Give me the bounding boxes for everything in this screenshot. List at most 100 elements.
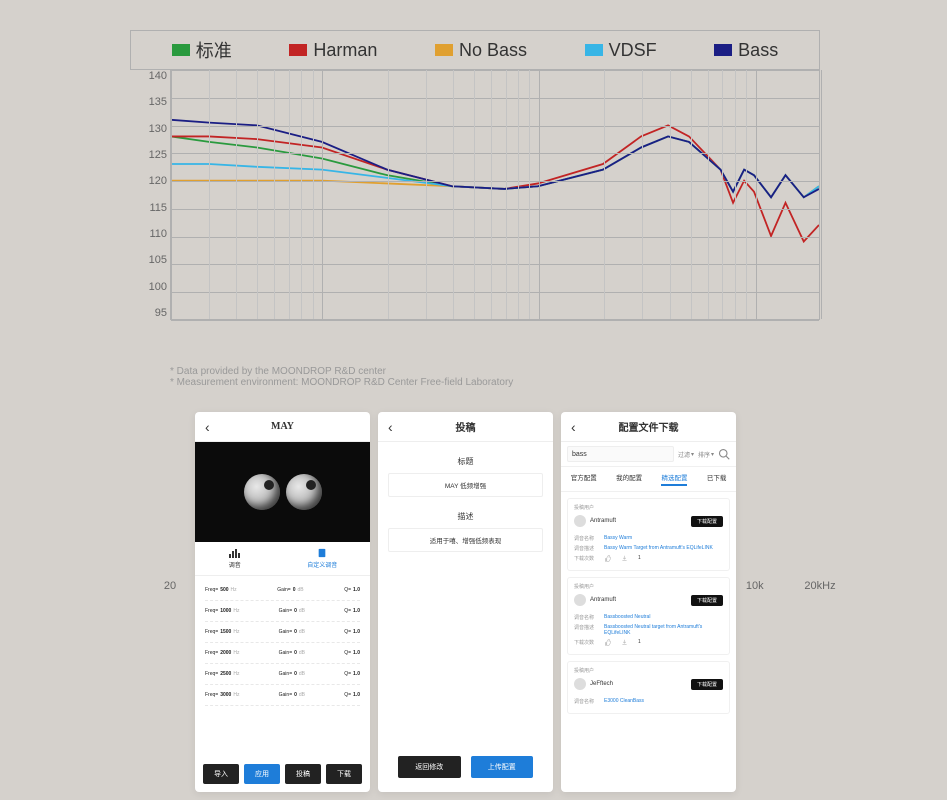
tab-tuning[interactable]: 调音 xyxy=(228,548,242,569)
legend-item: 标准 xyxy=(172,37,232,63)
legend-item: VDSF xyxy=(585,37,657,63)
submit-button[interactable]: 投稿 xyxy=(285,764,321,784)
q-cell: Q= 1.0 xyxy=(344,650,360,656)
chart-note: * Measurement environment: MOONDROP R&D … xyxy=(170,377,820,388)
filter-dropdown[interactable]: 过滤▾ xyxy=(678,450,694,459)
legend-item: Harman xyxy=(289,37,377,63)
eq-band-row[interactable]: Freq= 2000 Hz Gain= 0 dB Q= 1.0 xyxy=(205,643,360,664)
action-buttons: 导入 应用 投稿 下载 xyxy=(195,758,370,792)
legend-item: Bass xyxy=(714,37,778,63)
download-config-button[interactable]: 下载配置 xyxy=(691,516,723,527)
eq-band-row[interactable]: Freq= 1500 HzGain= 0 dBQ= 1.0 xyxy=(205,622,360,643)
eq-band-row[interactable]: Freq= 500 HzGain= 0 dBQ= 1.0 xyxy=(205,580,360,601)
config-card: 投稿用户JeFftech下载配置调音名称E3000 CleanBass xyxy=(567,661,730,714)
plot-area: 14013513012512011511010510095 xyxy=(170,70,820,320)
gain-cell: Gain= 0 dB xyxy=(279,692,305,698)
chevron-down-icon: ▾ xyxy=(711,451,714,458)
download-config-button[interactable]: 下载配置 xyxy=(691,595,723,606)
sort-dropdown[interactable]: 排序▾ xyxy=(698,450,714,459)
chart-legend: 标准 Harman No Bass VDSF Bass xyxy=(130,30,820,70)
legend-swatch xyxy=(585,44,603,56)
legend-label: No Bass xyxy=(459,40,527,61)
card-user-row: JeFftech 下载配置 xyxy=(574,678,723,690)
freq-cell: Freq= 2500 Hz xyxy=(205,671,239,677)
title-input[interactable]: MAY 低频增强 xyxy=(388,473,543,497)
legend-label: Harman xyxy=(313,40,377,61)
earbud-left-icon xyxy=(244,474,280,510)
tab-label: 自定义调音 xyxy=(307,560,337,569)
card-header-label: 投稿用户 xyxy=(574,667,723,674)
back-edit-button[interactable]: 返回修改 xyxy=(398,756,461,778)
subtab-official[interactable]: 官方配置 xyxy=(571,472,597,486)
y-tick: 95 xyxy=(131,307,167,319)
legend-label: 标准 xyxy=(196,37,232,63)
download-count-field: 下载次数1 xyxy=(574,555,723,562)
earbud-right-icon xyxy=(286,474,322,510)
frequency-response-chart: 标准 Harman No Bass VDSF Bass 1401351301251201… xyxy=(130,30,820,390)
username: Antramuft xyxy=(590,597,616,603)
y-tick: 135 xyxy=(131,96,167,108)
page-title: 投稿 xyxy=(378,419,553,434)
download-button[interactable]: 下载 xyxy=(326,764,362,784)
y-tick: 140 xyxy=(131,70,167,82)
freq-cell: Freq= 500 Hz xyxy=(205,587,237,593)
tab-custom-tuning[interactable]: 自定义调音 xyxy=(307,548,337,569)
download-config-button[interactable]: 下载配置 xyxy=(691,679,723,690)
download-count-field: 下载次数1 xyxy=(574,639,723,646)
eq-band-row[interactable]: Freq= 2500 HzGain= 0 dBQ= 1.0 xyxy=(205,664,360,685)
phone-header: ‹ MAY xyxy=(195,412,370,442)
eq-band-row[interactable]: Freq= 3000 HzGain= 0 dBQ= 1.0 xyxy=(205,685,360,706)
card-user-row: Antramuft 下载配置 xyxy=(574,515,723,527)
subtab-featured[interactable]: 精选配置 xyxy=(661,472,687,486)
eq-tabs: 调音 自定义调音 xyxy=(195,542,370,576)
equalizer-icon xyxy=(228,548,242,558)
subtab-downloaded[interactable]: 已下载 xyxy=(707,472,727,486)
legend-item: No Bass xyxy=(435,37,527,63)
page-root: 标准 Harman No Bass VDSF Bass 1401351301251201… xyxy=(0,0,947,800)
freq-cell: Freq= 1500 Hz xyxy=(205,629,239,635)
x-tick: 20kHz xyxy=(804,580,835,592)
y-tick: 105 xyxy=(131,254,167,266)
legend-label: VDSF xyxy=(609,40,657,61)
config-name-field: 调音名称Bassboosted Neutral xyxy=(574,614,723,621)
freq-cell: Freq= 1000 Hz xyxy=(205,608,239,614)
upload-button[interactable]: 上传配置 xyxy=(471,756,534,778)
legend-swatch xyxy=(172,44,190,56)
page-title: MAY xyxy=(195,421,370,432)
username: Antramuft xyxy=(590,518,616,524)
import-button[interactable]: 导入 xyxy=(203,764,239,784)
y-axis-ticks: 14013513012512011511010510095 xyxy=(131,70,171,319)
config-name-field: 调音名称Bassy Warm xyxy=(574,535,723,542)
phone-header: ‹ 投稿 xyxy=(378,412,553,442)
phone-submit-form: ‹ 投稿 标题 MAY 低频增强 描述 适用于嘻、增强低频表现 返回修改 上传配… xyxy=(378,412,553,792)
legend-label: Bass xyxy=(738,40,778,61)
phone-eq-editor: ‹ MAY 调音 自定义调音 xyxy=(195,412,370,792)
subtab-mine[interactable]: 我的配置 xyxy=(616,472,642,486)
card-header-label: 投稿用户 xyxy=(574,504,723,511)
legend-swatch xyxy=(714,44,732,56)
apply-button[interactable]: 应用 xyxy=(244,764,280,784)
search-input[interactable]: bass xyxy=(567,446,674,462)
gain-cell: Gain= 0 dB xyxy=(279,629,305,635)
avatar xyxy=(574,515,586,527)
config-desc-field: 调音描述Bassy Warm Target from Antramuft's E… xyxy=(574,545,723,552)
q-cell: Q= 1.0 xyxy=(344,587,360,593)
page-title: 配置文件下载 xyxy=(561,419,736,434)
y-tick: 130 xyxy=(131,123,167,135)
y-tick: 125 xyxy=(131,149,167,161)
search-icon[interactable] xyxy=(718,448,730,460)
chevron-down-icon: ▾ xyxy=(691,451,694,458)
username: JeFftech xyxy=(590,681,613,687)
tab-label: 调音 xyxy=(229,560,241,569)
phone-config-store: ‹ 配置文件下载 bass 过滤▾ 排序▾ 官方配置 我的配置 精选配置 已下 xyxy=(561,412,736,792)
card-header-label: 投稿用户 xyxy=(574,583,723,590)
q-cell: Q= 1.0 xyxy=(344,608,360,614)
q-cell: Q= 1.0 xyxy=(344,692,360,698)
desc-input[interactable]: 适用于嘻、增强低频表现 xyxy=(388,528,543,552)
phone-header: ‹ 配置文件下载 xyxy=(561,412,736,442)
product-hero-image xyxy=(195,442,370,542)
config-card: 投稿用户 Antramuft 下载配置调音名称Bassboosted Neutral… xyxy=(567,577,730,655)
eq-band-row[interactable]: Freq= 1000 HzGain= 0 dBQ= 1.0 xyxy=(205,601,360,622)
gain-cell: Gain= 0 dB xyxy=(279,650,305,656)
freq-cell: Freq= 2000 Hz xyxy=(205,650,239,656)
